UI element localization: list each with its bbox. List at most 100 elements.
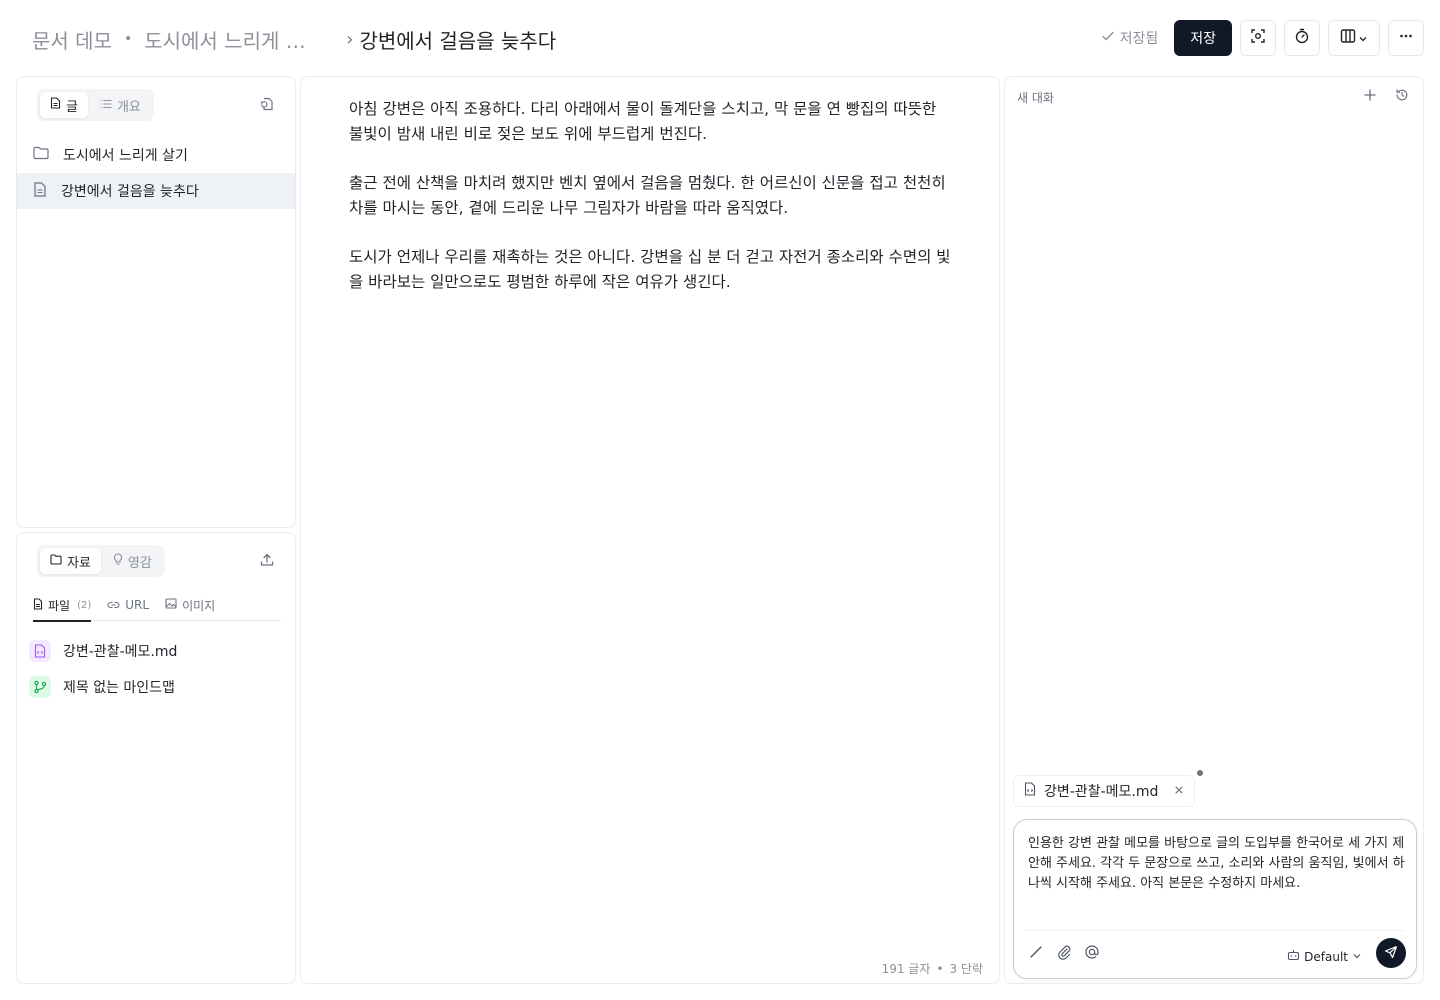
attachment-name: 강변-관찰-메모.md — [1044, 784, 1159, 800]
tab-writing-label: 글 — [66, 99, 78, 115]
remove-attachment-button[interactable] — [1174, 783, 1184, 799]
chat-composer: 인용한 강변 관찰 메모를 바탕으로 글의 도입부를 한국어로 세 가지 제안해… — [1013, 819, 1417, 979]
focus-icon — [1250, 28, 1266, 48]
tab-outline-label: 개요 — [116, 99, 141, 115]
new-chat-button[interactable] — [1363, 87, 1377, 106]
breadcrumb-chevron-icon: › — [346, 28, 354, 50]
attachment-chip: 강변-관찰-메모.md — [1013, 775, 1196, 807]
subtab-url-label: URL — [125, 598, 150, 612]
status-separator: • — [936, 961, 944, 976]
top-bar: 문서 데모 • 도시에서 느리게 … › 강변에서 걸음을 늦추다 저장됨 저장 — [0, 0, 1440, 76]
chat-history-button[interactable] — [1395, 87, 1409, 106]
list-item[interactable]: 제목 없는 마인드맵 — [29, 669, 285, 705]
subtab-files[interactable]: 파일 (2) — [33, 589, 92, 622]
composer-tools — [1028, 944, 1100, 964]
more-menu-button[interactable] — [1388, 20, 1424, 56]
breadcrumb: 문서 데모 • 도시에서 느리게 … › 강변에서 걸음을 늦추다 — [32, 24, 556, 54]
attach-file-button[interactable] — [1056, 944, 1072, 964]
tab-writing[interactable]: 글 — [40, 92, 88, 118]
document-icon — [50, 97, 61, 113]
attachment-indicator-dot — [1197, 770, 1203, 776]
send-icon — [1384, 944, 1398, 963]
paragraph[interactable]: 아침 강변은 아직 조용하다. 다리 아래에서 물이 돌계단을 스치고, 막 문… — [349, 97, 953, 147]
image-icon — [165, 598, 177, 612]
breadcrumb-folder[interactable]: 도시에서 느리게 … — [144, 25, 322, 54]
resources-view-tabs: 자료 영감 — [37, 545, 165, 577]
tree-item-folder[interactable]: 도시에서 느리게 살기 — [17, 137, 295, 173]
save-button[interactable]: 저장 — [1174, 20, 1232, 56]
focus-mode-button[interactable] — [1240, 20, 1276, 56]
list-icon — [100, 98, 112, 113]
tab-inspiration-label: 영감 — [127, 555, 152, 571]
subtab-images[interactable]: 이미지 — [165, 589, 215, 621]
history-icon — [1396, 89, 1408, 101]
markdown-file-icon — [1024, 782, 1036, 800]
subtab-images-label: 이미지 — [182, 598, 216, 613]
document-icon — [33, 181, 47, 201]
subtab-url[interactable]: URL — [107, 589, 149, 621]
model-label: Default — [1304, 949, 1348, 964]
subtab-files-label: 파일 — [48, 598, 71, 613]
document-panel: 글 개요 도시에서 느리게 살기 강변에서 걸음을 늦추다 — [16, 76, 296, 528]
saved-status-label: 저장됨 — [1119, 31, 1159, 47]
tab-inspiration[interactable]: 영감 — [103, 548, 162, 574]
folder-icon — [50, 553, 62, 569]
timer-button[interactable] — [1284, 20, 1320, 56]
folder-icon — [33, 146, 49, 164]
tree-item-label: 도시에서 느리게 살기 — [63, 148, 188, 164]
tree-item-label: 강변에서 걸음을 늦추다 — [61, 184, 199, 200]
word-count-status: 191 글자 • 3 단락 — [882, 960, 983, 977]
document-view-tabs: 글 개요 — [37, 89, 154, 121]
robot-icon — [1287, 949, 1300, 964]
link-icon — [107, 598, 120, 612]
chat-panel: 새 대화 강변-관찰-메모.md 인용한 강변 관찰 메모를 바탕으로 글의 도… — [1004, 76, 1424, 984]
prompt-input[interactable]: 인용한 강변 관찰 메모를 바탕으로 글의 도입부를 한국어로 세 가지 제안해… — [1028, 834, 1406, 894]
upload-icon — [260, 552, 274, 571]
tab-outline[interactable]: 개요 — [90, 92, 151, 118]
check-icon — [1101, 29, 1115, 47]
resource-type-tabs: 파일 (2) URL 이미지 — [33, 589, 281, 622]
chat-header-actions — [1363, 87, 1409, 106]
send-button[interactable] — [1376, 938, 1406, 968]
layout-toggle-button[interactable] — [1328, 20, 1380, 56]
close-icon — [1175, 786, 1183, 794]
file-history-icon — [260, 96, 274, 115]
editor-panel: 아침 강변은 아직 조용하다. 다리 아래에서 물이 돌계단을 스치고, 막 문… — [300, 76, 1000, 984]
editor-body[interactable]: 아침 강변은 아직 조용하다. 다리 아래에서 물이 돌계단을 스치고, 막 문… — [349, 97, 953, 319]
model-selector[interactable]: Default — [1287, 949, 1362, 964]
paragraph-count: 3 단락 — [949, 962, 983, 976]
columns-icon — [1340, 28, 1356, 48]
composer-divider — [1026, 930, 1404, 931]
tab-materials-label: 자료 — [67, 555, 91, 571]
page-title: 강변에서 걸음을 늦추다 — [359, 28, 557, 53]
file-icon — [33, 597, 43, 613]
breadcrumb-root[interactable]: 문서 데모 — [32, 25, 112, 54]
chevron-down-icon — [1352, 950, 1362, 964]
at-sign-icon — [1085, 945, 1099, 959]
chevron-down-icon — [1358, 29, 1368, 48]
lightbulb-icon — [113, 553, 123, 569]
list-item[interactable]: 강변-관찰-메모.md — [29, 633, 285, 669]
more-icon — [1398, 28, 1414, 48]
file-name: 제목 없는 마인드맵 — [63, 680, 175, 696]
file-name: 강변-관찰-메모.md — [63, 644, 178, 660]
paperclip-icon — [1058, 945, 1071, 960]
slash-command-button[interactable] — [1028, 944, 1044, 964]
toolbar-actions: 저장됨 저장 — [1101, 20, 1424, 56]
upload-button[interactable] — [257, 551, 277, 571]
mindmap-icon — [29, 676, 51, 698]
mention-button[interactable] — [1084, 944, 1100, 964]
chat-title: 새 대화 — [1017, 91, 1054, 105]
plus-icon — [1364, 89, 1376, 101]
document-history-button[interactable] — [257, 95, 277, 115]
paragraph[interactable]: 도시가 언제나 우리를 재촉하는 것은 아니다. 강변을 십 분 더 걷고 자전… — [349, 245, 953, 295]
tab-materials[interactable]: 자료 — [40, 548, 101, 574]
document-tree: 도시에서 느리게 살기 강변에서 걸음을 늦추다 — [17, 137, 295, 209]
file-list: 강변-관찰-메모.md 제목 없는 마인드맵 — [29, 633, 285, 705]
tree-item-document[interactable]: 강변에서 걸음을 늦추다 — [17, 173, 295, 209]
paragraph[interactable]: 출근 전에 산책을 마치려 했지만 벤치 옆에서 걸음을 멈췄다. 한 어르신이… — [349, 171, 953, 221]
resources-panel: 자료 영감 파일 (2) URL 이미지 강변-관찰-메모.md 제목 없는 마… — [16, 532, 296, 984]
char-count: 191 글자 — [881, 962, 931, 976]
breadcrumb-separator: • — [123, 31, 133, 47]
saved-status: 저장됨 — [1101, 28, 1159, 48]
